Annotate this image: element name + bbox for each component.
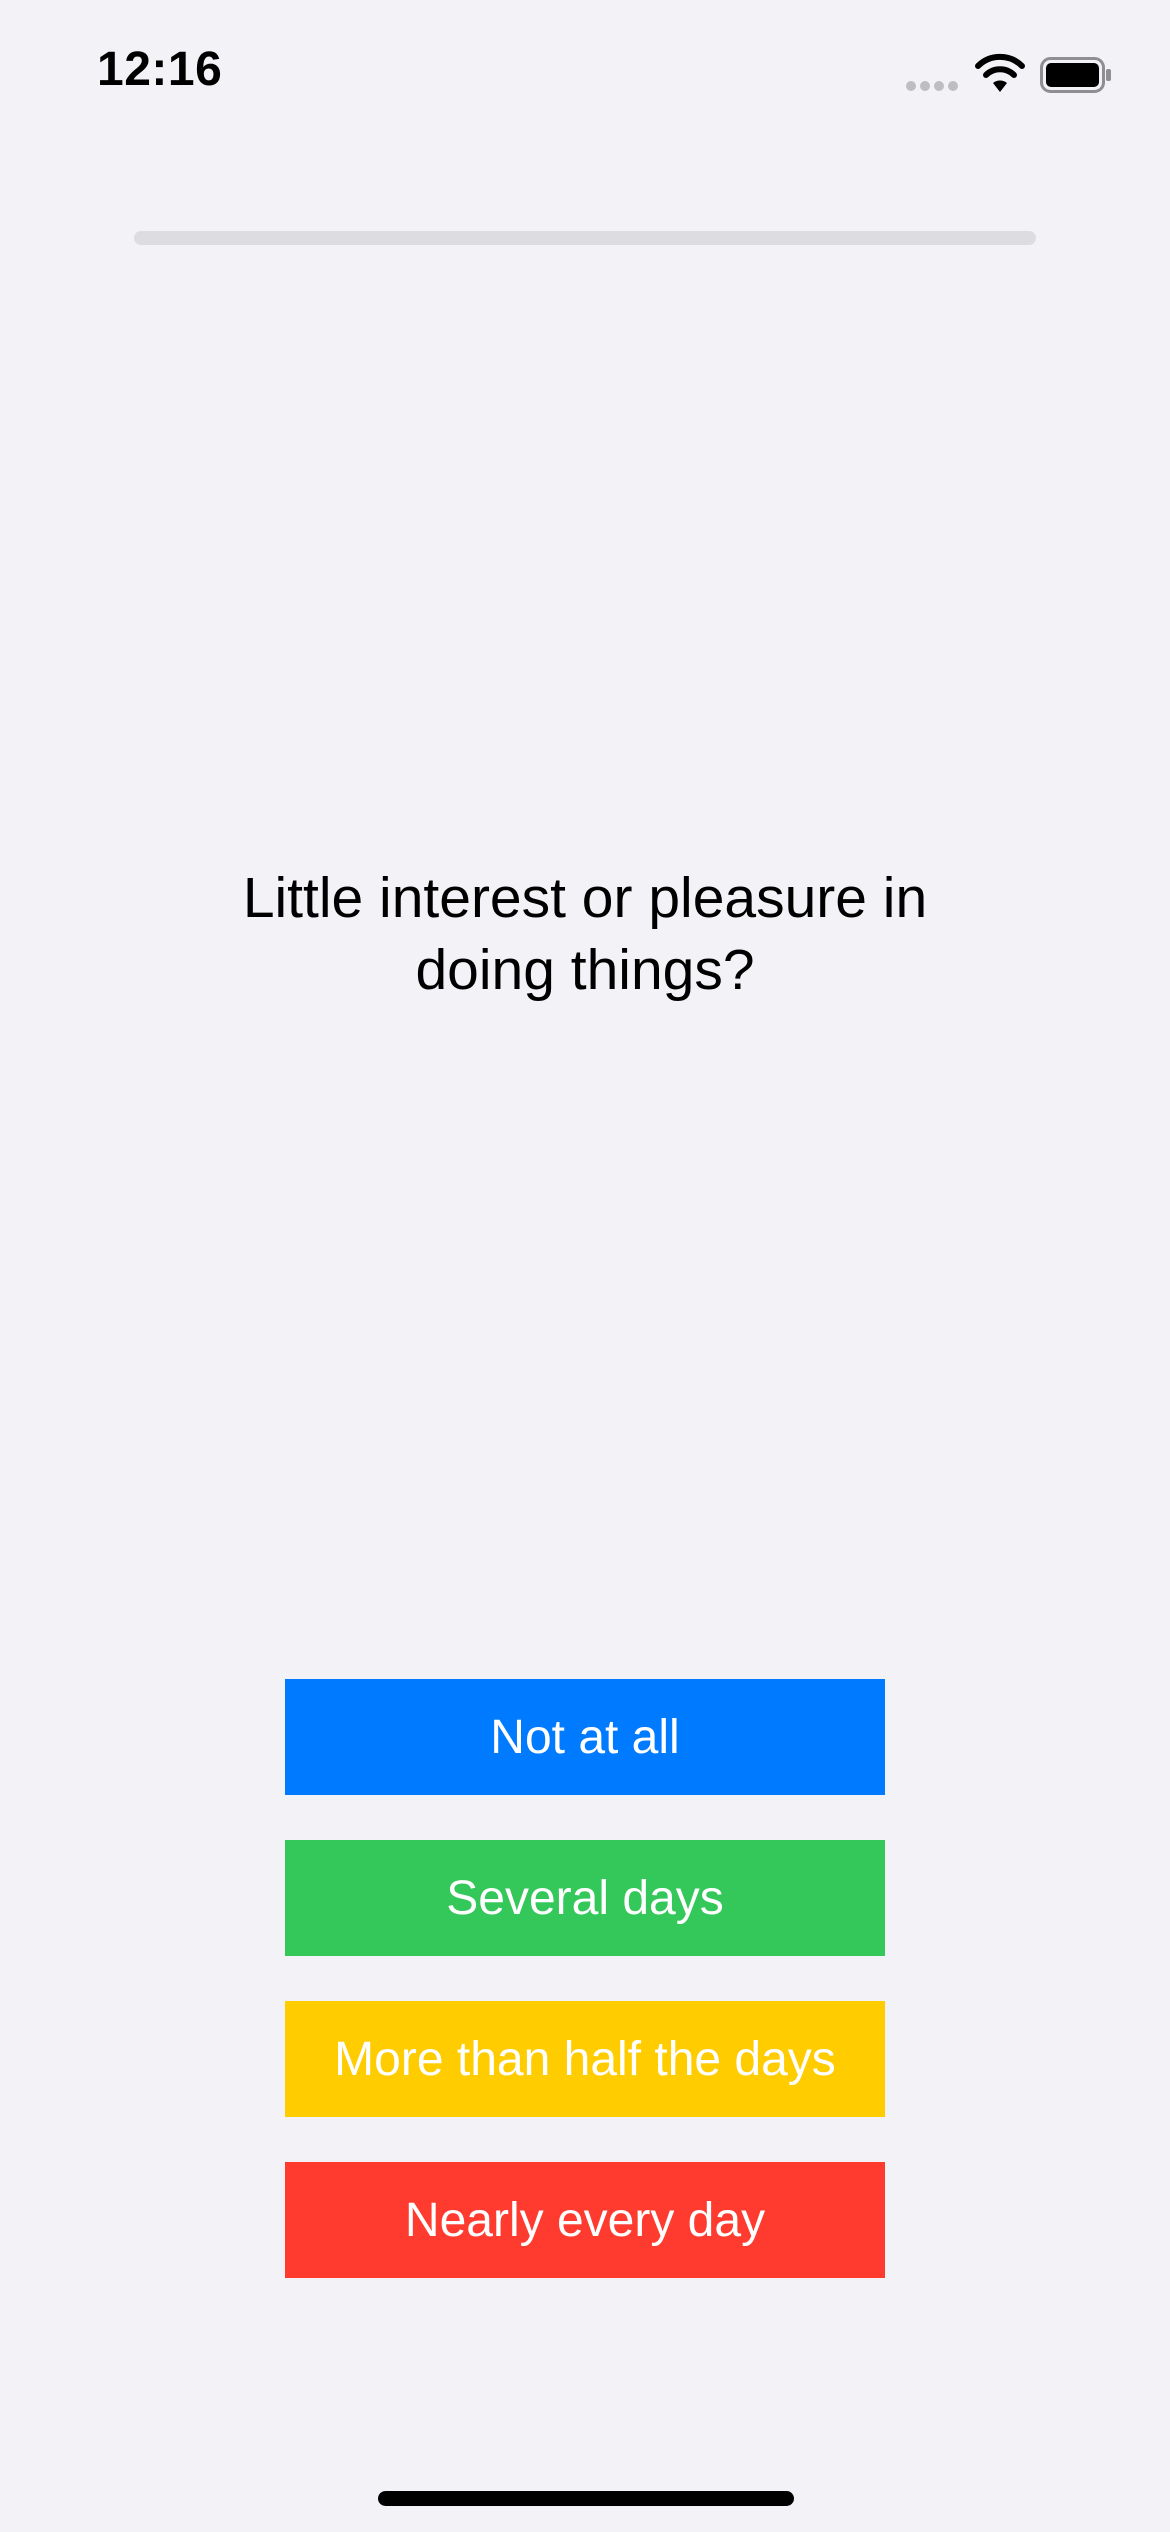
answer-several-days-button[interactable]: Several days	[285, 1840, 885, 1956]
battery-icon	[1040, 57, 1111, 93]
question-text: Little interest or pleasure in doing thi…	[242, 866, 928, 1002]
answer-not-at-all-button[interactable]: Not at all	[285, 1679, 885, 1795]
cellular-signal-icon	[906, 81, 960, 93]
progress-bar	[134, 231, 1036, 245]
answer-list: Not at all Several days More than half t…	[285, 1679, 885, 2323]
home-indicator[interactable]	[378, 2491, 794, 2506]
status-time: 12:16	[97, 43, 223, 96]
status-bar: 12:16	[0, 0, 1170, 150]
answer-more-than-half-button[interactable]: More than half the days	[285, 2001, 885, 2117]
answer-nearly-every-day-button[interactable]: Nearly every day	[285, 2162, 885, 2278]
wifi-icon	[975, 53, 1025, 92]
